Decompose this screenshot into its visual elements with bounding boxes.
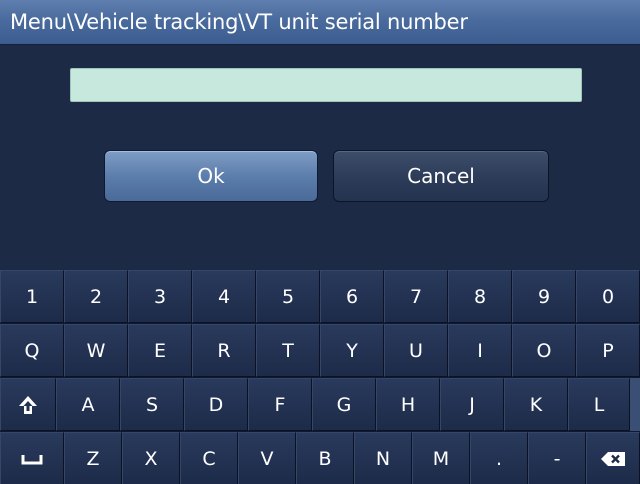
backspace-icon [600, 451, 626, 467]
key-label: L [593, 393, 605, 416]
title-bar: Menu\Vehicle tracking\VT unit serial num… [0, 0, 640, 45]
key-b[interactable]: B [296, 432, 354, 484]
key-hyphen[interactable]: - [528, 432, 586, 484]
key-label: E [153, 339, 166, 362]
key-label: . [495, 447, 503, 470]
key-label: D [208, 393, 224, 416]
serial-number-input[interactable] [70, 68, 582, 102]
key-label: 6 [345, 285, 359, 308]
key-label: 4 [217, 285, 231, 308]
key-label: W [86, 339, 106, 362]
space-icon [21, 452, 43, 466]
key-f[interactable]: F [248, 378, 312, 431]
space-key[interactable] [0, 432, 64, 484]
key-label: G [336, 393, 352, 416]
key-label: V [260, 447, 274, 470]
on-screen-keyboard: 1 2 3 4 5 6 7 8 9 0 Q W E R T Y U I O P [0, 270, 640, 484]
key-label: C [202, 447, 216, 470]
key-label: 3 [153, 285, 167, 308]
key-c[interactable]: C [180, 432, 238, 484]
key-label: X [144, 447, 158, 470]
key-n[interactable]: N [354, 432, 412, 484]
key-x[interactable]: X [122, 432, 180, 484]
key-label: 8 [473, 285, 487, 308]
vt-serial-screen: Menu\Vehicle tracking\VT unit serial num… [0, 0, 640, 484]
key-label: O [536, 339, 552, 362]
key-label: Z [86, 447, 100, 470]
key-label: F [274, 393, 286, 416]
key-p[interactable]: P [576, 324, 640, 377]
key-label: I [477, 339, 483, 362]
key-label: B [318, 447, 332, 470]
key-label: T [282, 339, 294, 362]
key-5[interactable]: 5 [256, 270, 320, 323]
cancel-button[interactable]: Cancel [333, 150, 549, 202]
key-l[interactable]: L [568, 378, 630, 431]
key-z[interactable]: Z [64, 432, 122, 484]
key-j[interactable]: J [440, 378, 504, 431]
key-3[interactable]: 3 [128, 270, 192, 323]
key-label: N [375, 447, 391, 470]
key-label: K [529, 393, 543, 416]
key-label: A [81, 393, 95, 416]
key-label: Q [24, 339, 40, 362]
key-q[interactable]: Q [0, 324, 64, 377]
keyboard-row-qwerty: Q W E R T Y U I O P [0, 324, 640, 378]
key-e[interactable]: E [128, 324, 192, 377]
key-a[interactable]: A [56, 378, 120, 431]
key-g[interactable]: G [312, 378, 376, 431]
key-label: 1 [25, 285, 39, 308]
ok-button-label: Ok [197, 164, 225, 188]
key-label: 0 [601, 285, 615, 308]
key-label: Y [346, 339, 358, 362]
cancel-button-label: Cancel [407, 164, 475, 188]
key-k[interactable]: K [504, 378, 568, 431]
page-title: Menu\Vehicle tracking\VT unit serial num… [10, 10, 468, 34]
key-v[interactable]: V [238, 432, 296, 484]
key-label: 2 [89, 285, 103, 308]
key-period[interactable]: . [470, 432, 528, 484]
key-label: U [409, 339, 423, 362]
key-m[interactable]: M [412, 432, 470, 484]
key-label: 5 [281, 285, 295, 308]
keyboard-row-zxcv: Z X C V B N M . - [0, 432, 640, 484]
keyboard-row-asdf: A S D F G H J K L [0, 378, 640, 432]
key-t[interactable]: T [256, 324, 320, 377]
key-label: H [400, 393, 416, 416]
key-o[interactable]: O [512, 324, 576, 377]
key-h[interactable]: H [376, 378, 440, 431]
keyboard-edge-strip [630, 378, 640, 431]
ok-button[interactable]: Ok [104, 150, 318, 202]
key-label: R [217, 339, 231, 362]
key-7[interactable]: 7 [384, 270, 448, 323]
key-y[interactable]: Y [320, 324, 384, 377]
key-label: M [432, 447, 450, 470]
key-u[interactable]: U [384, 324, 448, 377]
key-label: J [469, 393, 475, 416]
key-1[interactable]: 1 [0, 270, 64, 323]
key-label: - [553, 447, 561, 470]
key-label: 9 [537, 285, 551, 308]
shift-icon [17, 394, 39, 416]
key-8[interactable]: 8 [448, 270, 512, 323]
shift-key[interactable] [0, 378, 56, 431]
key-6[interactable]: 6 [320, 270, 384, 323]
key-d[interactable]: D [184, 378, 248, 431]
keyboard-row-digits: 1 2 3 4 5 6 7 8 9 0 [0, 270, 640, 324]
key-label: S [145, 393, 159, 416]
key-0[interactable]: 0 [576, 270, 640, 323]
key-w[interactable]: W [64, 324, 128, 377]
key-label: 7 [409, 285, 423, 308]
key-r[interactable]: R [192, 324, 256, 377]
backspace-key[interactable] [586, 432, 640, 484]
key-s[interactable]: S [120, 378, 184, 431]
key-label: P [602, 339, 614, 362]
key-2[interactable]: 2 [64, 270, 128, 323]
key-9[interactable]: 9 [512, 270, 576, 323]
key-4[interactable]: 4 [192, 270, 256, 323]
key-i[interactable]: I [448, 324, 512, 377]
